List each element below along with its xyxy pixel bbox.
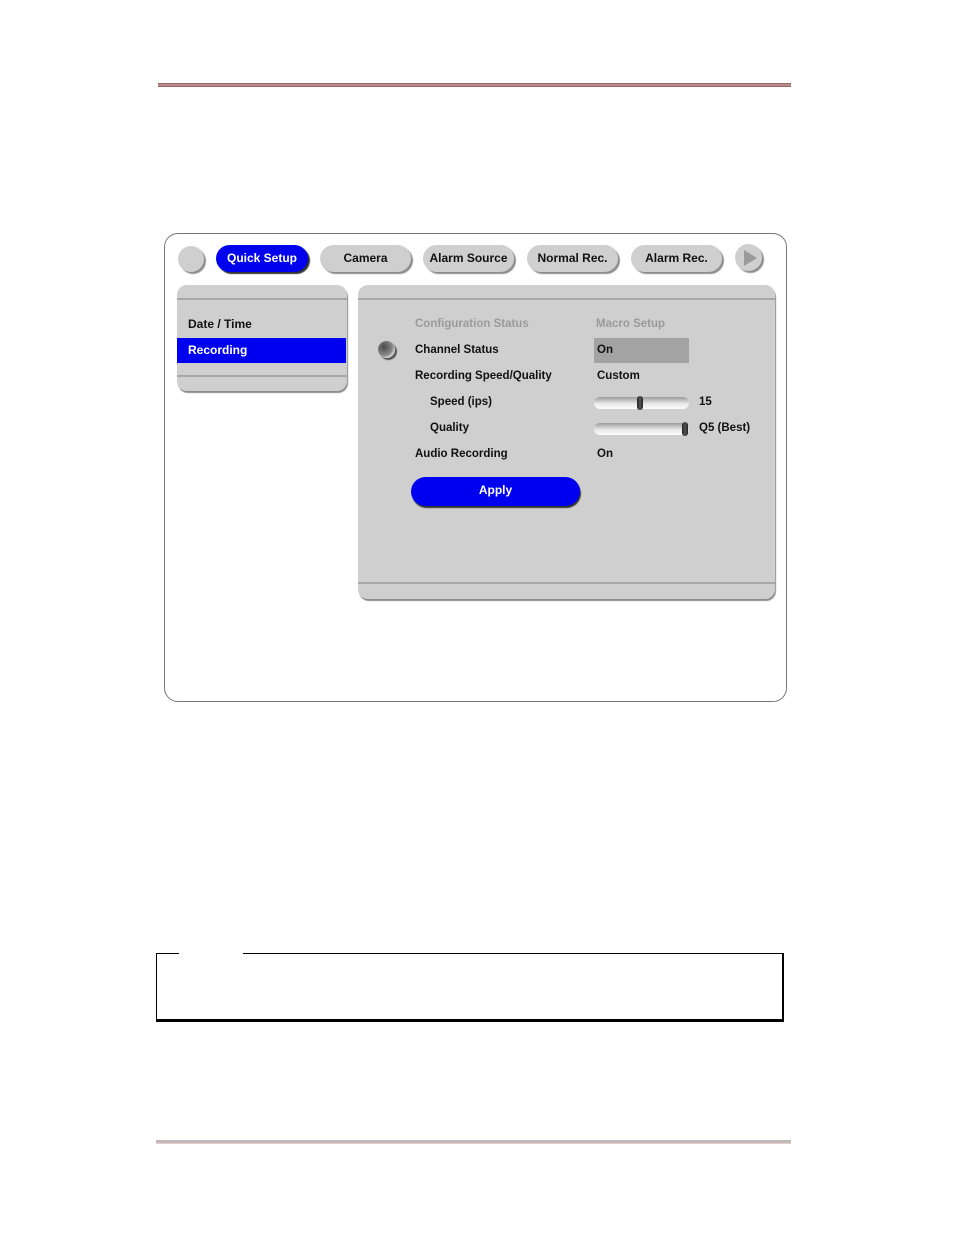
- recording-speed-quality-value[interactable]: Custom: [597, 370, 640, 382]
- selection-bullet-icon: [378, 341, 395, 358]
- column-header-macro-setup: Macro Setup: [596, 318, 666, 330]
- note-box: [156, 953, 784, 1022]
- channel-status-value[interactable]: On: [597, 344, 613, 356]
- tab-quick-setup[interactable]: Quick Setup: [216, 245, 308, 272]
- speed-slider[interactable]: [594, 396, 689, 410]
- audio-recording-label: Audio Recording: [415, 448, 508, 460]
- quality-label: Quality: [430, 422, 469, 434]
- quality-slider[interactable]: [594, 422, 689, 436]
- sidebar-item-date-time[interactable]: Date / Time: [177, 312, 346, 337]
- prev-tab-button[interactable]: [178, 246, 204, 272]
- next-tab-button[interactable]: [735, 244, 762, 271]
- column-header-configuration-status: Configuration Status: [415, 318, 529, 330]
- tab-camera[interactable]: Camera: [320, 245, 411, 272]
- divider: [177, 375, 347, 377]
- divider: [358, 582, 775, 584]
- speed-value: 15: [699, 396, 712, 408]
- sidebar-menu: Date / Time Recording: [177, 285, 347, 391]
- tab-normal-rec[interactable]: Normal Rec.: [527, 245, 618, 272]
- page-footer-rule: [156, 1140, 791, 1144]
- divider: [358, 298, 775, 300]
- note-box-border: [243, 953, 782, 954]
- channel-status-label: Channel Status: [415, 344, 499, 356]
- tab-alarm-source[interactable]: Alarm Source: [423, 245, 514, 272]
- settings-panel: [358, 285, 775, 599]
- quality-value: Q5 (Best): [699, 422, 751, 434]
- audio-recording-value[interactable]: On: [597, 448, 613, 460]
- recording-speed-quality-label: Recording Speed/Quality: [415, 370, 552, 382]
- apply-button[interactable]: Apply: [411, 477, 580, 506]
- page-header-rule: [158, 83, 791, 87]
- speed-slider-thumb[interactable]: [636, 396, 643, 410]
- tab-alarm-rec[interactable]: Alarm Rec.: [631, 245, 722, 272]
- sidebar-item-recording[interactable]: Recording: [177, 338, 346, 363]
- speed-label: Speed (ips): [430, 396, 492, 408]
- divider: [177, 298, 347, 300]
- quality-slider-thumb[interactable]: [682, 422, 688, 436]
- note-box-border: [157, 953, 179, 954]
